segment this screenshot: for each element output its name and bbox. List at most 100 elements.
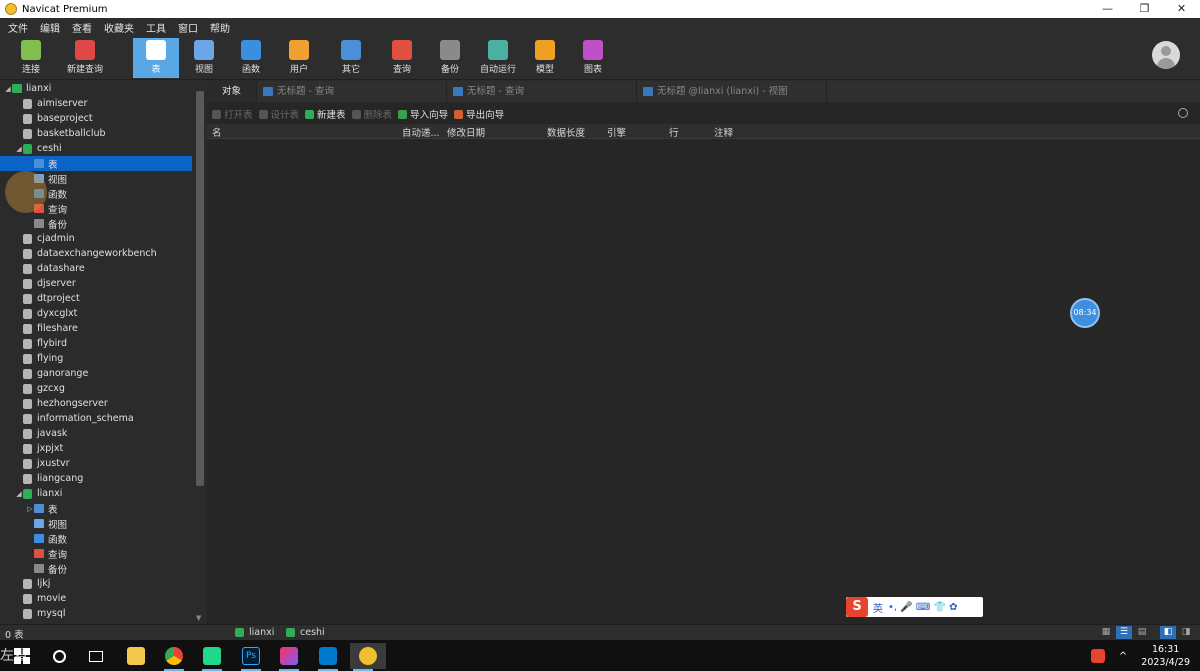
toolbar-chart-button[interactable]: 图表 (570, 38, 616, 78)
tree-item[interactable]: baseproject (0, 111, 192, 126)
user-avatar-icon[interactable] (1152, 41, 1180, 69)
tree-item[interactable]: 函数 (0, 531, 192, 546)
menu-view[interactable]: 查看 (72, 20, 92, 35)
tree-item[interactable]: flying (0, 351, 192, 366)
sogou-logo-icon[interactable]: S (846, 597, 868, 617)
tree-item[interactable]: flybird (0, 336, 192, 351)
toolbar-table-button[interactable]: 表 (133, 38, 179, 78)
design-table-button[interactable]: 设计表 (258, 107, 299, 121)
tree-item[interactable]: ◢ ceshi (0, 141, 192, 156)
sogou-tray-icon[interactable] (1090, 649, 1105, 663)
expand-arrow-icon[interactable]: ◢ (4, 85, 12, 93)
menu-help[interactable]: 帮助 (210, 20, 230, 35)
tree-item[interactable]: fileshare (0, 321, 192, 336)
tree-scrollbar-thumb[interactable] (196, 91, 204, 486)
menu-edit[interactable]: 编辑 (40, 20, 60, 35)
tab-objects[interactable]: 对象 (207, 81, 257, 102)
menu-tools[interactable]: 工具 (146, 20, 166, 35)
toolbar-robot-button[interactable]: 自动运行 (475, 38, 521, 78)
tree-item[interactable]: hezhongserver (0, 396, 192, 411)
tree-item[interactable]: movie (0, 591, 192, 606)
col-rows[interactable]: 行 (669, 125, 679, 139)
col-name[interactable]: 名 (212, 125, 222, 139)
minimize-button[interactable]: — (1089, 0, 1126, 18)
tree-scrollbar[interactable]: ▼ (193, 81, 206, 624)
tab-document[interactable]: 无标题 - 查询 (257, 81, 447, 102)
col-auto-increment[interactable]: 自动递... (402, 125, 440, 139)
tree-item[interactable]: cjadmin (0, 231, 192, 246)
toolbar-new-query-button[interactable]: 新建查询 (60, 38, 110, 78)
tree-item[interactable]: 视图 (0, 516, 192, 531)
chrome-icon[interactable] (161, 643, 187, 671)
export-wizard-button[interactable]: 导出向导 (454, 107, 504, 121)
tree-item[interactable]: 查询 (0, 546, 192, 561)
grid-view-icon[interactable]: ▦ (1098, 626, 1114, 639)
search-taskbar-icon[interactable] (46, 643, 72, 669)
menu-window[interactable]: 窗口 (178, 20, 198, 35)
maximize-button[interactable]: ❐ (1126, 0, 1163, 18)
tree-item[interactable]: javask (0, 426, 192, 441)
tree-item[interactable]: basketballclub (0, 126, 192, 141)
open-table-button[interactable]: 打开表 (212, 107, 253, 121)
toolbar-user-button[interactable]: 用户 (276, 38, 322, 78)
col-comment[interactable]: 注释 (714, 125, 733, 139)
ime-tools[interactable]: •, 🎤 ⌨ 👕 ✿ (888, 602, 958, 613)
toolbar-model-button[interactable]: 模型 (522, 38, 568, 78)
panel-left-icon[interactable]: ◧ (1160, 626, 1176, 639)
tree-item[interactable]: gzcxg (0, 381, 192, 396)
new-table-button[interactable]: 新建表 (305, 107, 346, 121)
tree-item[interactable]: jxpjxt (0, 441, 192, 456)
expand-arrow-icon[interactable]: ◢ (15, 145, 23, 153)
toolbar-function-button[interactable]: 函数 (228, 38, 274, 78)
delete-table-button[interactable]: 删除表 (351, 107, 392, 121)
tree-item[interactable]: mysql (0, 606, 192, 621)
tree-item[interactable]: ◢ lianxi (0, 486, 192, 501)
intellij-icon[interactable] (276, 643, 302, 671)
toolbar-query-button[interactable]: 查询 (379, 38, 425, 78)
tree-item[interactable]: ganorange (0, 366, 192, 381)
menu-file[interactable]: 文件 (8, 20, 28, 35)
tree-item[interactable]: information_schema (0, 411, 192, 426)
scroll-down-icon[interactable]: ▼ (196, 614, 201, 622)
tree-item[interactable]: 备份 (0, 561, 192, 576)
recording-timer[interactable]: 08:34 (1070, 298, 1100, 328)
toolbar-connection-button[interactable]: 连接 (8, 38, 54, 78)
tab-document[interactable]: 无标题 @lianxi (lianxi) - 视图 (637, 81, 827, 102)
tree-item[interactable]: aimiserver (0, 96, 192, 111)
tree-item[interactable]: jxustvr (0, 456, 192, 471)
tree-item[interactable]: ljkj (0, 576, 192, 591)
tree-item[interactable]: dtproject (0, 291, 192, 306)
col-engine[interactable]: 引擎 (607, 125, 626, 139)
toolbar-backup-button[interactable]: 备份 (427, 38, 473, 78)
tree-item[interactable]: 表 (0, 156, 192, 171)
pycharm-icon[interactable] (199, 643, 225, 671)
expand-arrow-icon[interactable]: ◢ (15, 490, 23, 498)
vscode-icon[interactable] (315, 643, 341, 671)
start-button[interactable] (9, 643, 35, 669)
search-icon[interactable] (1178, 108, 1188, 118)
ime-language[interactable]: 英 (873, 600, 883, 615)
tree-item[interactable]: dataexchangeworkbench (0, 246, 192, 261)
col-modified-date[interactable]: 修改日期 (447, 125, 485, 139)
tree-item[interactable]: dyxcglxt (0, 306, 192, 321)
list-view-icon[interactable]: ☰ (1116, 626, 1132, 639)
close-button[interactable]: ✕ (1163, 0, 1200, 18)
expand-arrow-icon[interactable]: ▷ (26, 505, 34, 513)
toolbar-other-button[interactable]: 其它 (328, 38, 374, 78)
tab-document[interactable]: 无标题 - 查询 (447, 81, 637, 102)
tray-expand-icon[interactable]: ^ (1119, 651, 1127, 662)
tree-item[interactable]: ◢ lianxi (0, 81, 192, 96)
panel-right-icon[interactable]: ◨ (1178, 626, 1194, 639)
tree-item[interactable]: ▷ 表 (0, 501, 192, 516)
ime-toolbar[interactable]: S 英 •, 🎤 ⌨ 👕 ✿ (846, 597, 983, 617)
file-explorer-icon[interactable] (123, 643, 149, 669)
tree-item[interactable]: liangcang (0, 471, 192, 486)
tree-item[interactable]: datashare (0, 261, 192, 276)
col-data-length[interactable]: 数据长度 (547, 125, 585, 139)
system-clock[interactable]: 16:31 2023/4/29 (1141, 643, 1190, 669)
detail-view-icon[interactable]: ▤ (1134, 626, 1150, 639)
navicat-taskbar-icon[interactable] (350, 643, 386, 671)
tree-item[interactable]: 备份 (0, 216, 192, 231)
task-view-icon[interactable] (83, 643, 109, 669)
photoshop-icon[interactable]: Ps (238, 643, 264, 671)
